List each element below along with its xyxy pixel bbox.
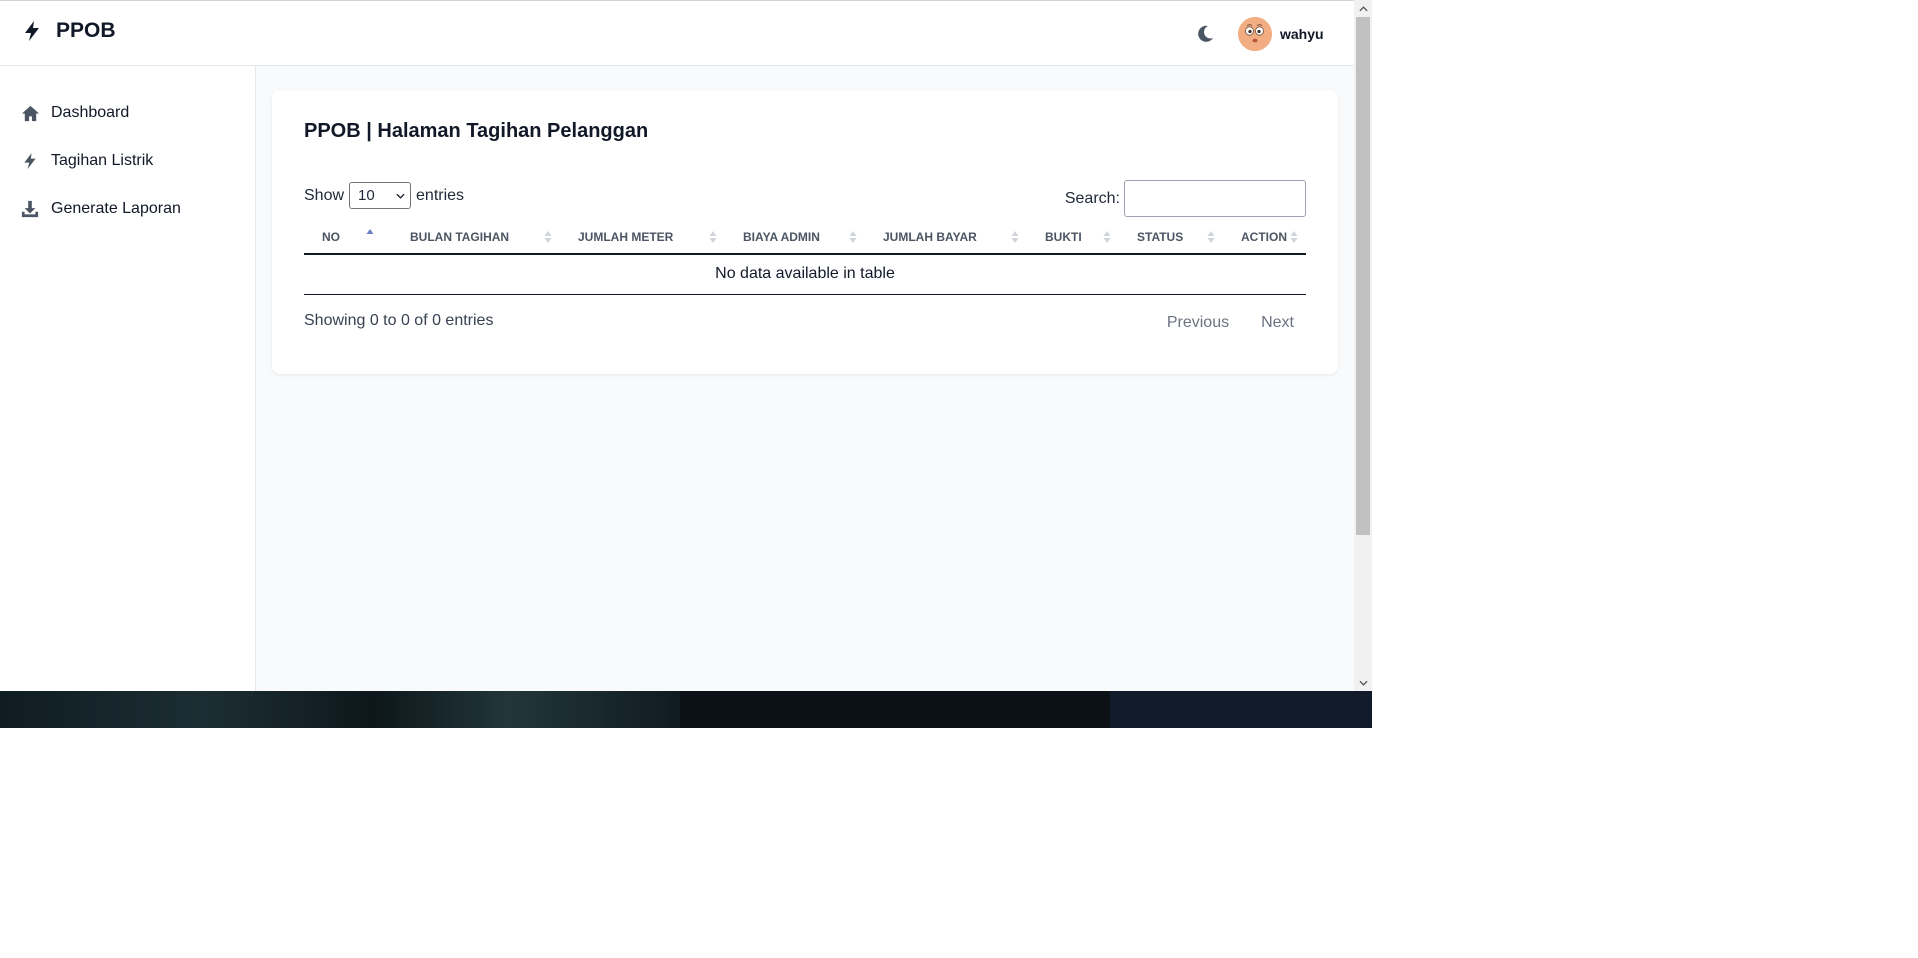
column-header-action[interactable]: ACTION <box>1223 220 1306 255</box>
column-header-bulan-tagihan[interactable]: BULAN TAGIHAN <box>392 220 560 255</box>
previous-page-button[interactable]: Previous <box>1155 312 1241 334</box>
sidebar-item-label: Tagihan Listrik <box>51 152 154 169</box>
table-row: No data available in table <box>304 254 1306 295</box>
search-input[interactable] <box>1124 180 1306 217</box>
search-label: Search: <box>1064 189 1120 207</box>
column-header-label: JUMLAH METER <box>578 229 674 244</box>
sidebar-item-tagihan-listrik[interactable]: Tagihan Listrik <box>0 141 255 181</box>
sort-icon <box>1103 231 1111 243</box>
length-prefix: Show <box>304 186 345 204</box>
user-menu[interactable]: wahyu <box>1238 17 1324 51</box>
column-header-label: BIAYA ADMIN <box>743 229 820 244</box>
sidebar-item-generate-laporan[interactable]: Generate Laporan <box>0 189 255 229</box>
column-header-label: JUMLAH BAYAR <box>883 229 977 244</box>
column-header-label: ACTION <box>1241 229 1287 244</box>
column-header-biaya-admin[interactable]: BIAYA ADMIN <box>725 220 865 255</box>
column-header-status[interactable]: STATUS <box>1119 220 1223 255</box>
moon-icon <box>1198 25 1213 42</box>
column-header-label: BULAN TAGIHAN <box>410 229 510 244</box>
bolt-logo-icon <box>25 21 39 41</box>
chevron-down-icon <box>1358 680 1368 686</box>
scroll-down-button[interactable] <box>1354 674 1372 691</box>
sidebar: Dashboard Tagihan Listrik Generate Lapor… <box>0 66 256 691</box>
home-icon <box>20 103 40 123</box>
main-content: PPOB | Halaman Tagihan Pelanggan Show 10… <box>256 66 1354 691</box>
entries-per-page-select[interactable]: 10 <box>349 182 412 209</box>
scrollbar-thumb[interactable] <box>1356 17 1370 535</box>
vertical-scrollbar[interactable] <box>1354 0 1372 691</box>
table-info: Showing 0 to 0 of 0 entries <box>304 312 494 329</box>
wallpaper-segment <box>680 691 1110 728</box>
page-title: PPOB | Halaman Tagihan Pelanggan <box>304 120 649 142</box>
sidebar-item-label: Dashboard <box>51 104 130 121</box>
chevron-up-icon <box>1358 5 1368 11</box>
column-header-jumlah-meter[interactable]: JUMLAH METER <box>560 220 725 255</box>
download-icon <box>20 199 40 219</box>
sort-icon <box>1207 231 1215 243</box>
sort-icon <box>544 231 552 243</box>
column-header-label: NO <box>322 229 340 244</box>
column-header-jumlah-bayar[interactable]: JUMLAH BAYAR <box>865 220 1027 255</box>
sidebar-item-dashboard[interactable]: Dashboard <box>0 93 255 133</box>
desktop-wallpaper-strip <box>0 691 1372 728</box>
top-navbar: PPOB wahyu <box>0 0 1354 66</box>
empty-table-message: No data available in table <box>304 254 1306 295</box>
wallpaper-segment <box>1110 691 1372 728</box>
table-header-row: NO BULAN TAGIHAN JUMLAH METER BIAYA ADMI… <box>304 220 1306 255</box>
chevron-down-icon <box>396 193 405 199</box>
sort-icon <box>1290 231 1298 243</box>
sort-asc-icon <box>366 229 374 234</box>
brand[interactable]: PPOB <box>22 19 116 43</box>
column-header-label: BUKTI <box>1045 229 1082 244</box>
column-header-bukti[interactable]: BUKTI <box>1027 220 1119 255</box>
billing-card: PPOB | Halaman Tagihan Pelanggan Show 10… <box>272 90 1338 374</box>
entries-per-page-value: 10 <box>358 187 375 204</box>
pagination: Previous Next <box>1155 312 1306 334</box>
scroll-up-button[interactable] <box>1354 0 1372 17</box>
search-filter: Search: <box>1065 180 1306 217</box>
next-page-button[interactable]: Next <box>1249 312 1306 334</box>
billing-table: NO BULAN TAGIHAN JUMLAH METER BIAYA ADMI… <box>304 220 1306 295</box>
sort-icon <box>709 231 717 243</box>
bolt-icon <box>20 151 40 171</box>
sort-icon <box>1011 231 1019 243</box>
theme-toggle-button[interactable] <box>1194 23 1216 45</box>
brand-name: PPOB <box>56 19 116 42</box>
sidebar-item-label: Generate Laporan <box>51 200 181 217</box>
length-suffix: entries <box>416 186 465 204</box>
user-name: wahyu <box>1280 26 1324 42</box>
browser-viewport: PPOB wahyu Dashboard Tagihan Listrik Gen… <box>0 0 1372 728</box>
column-header-no[interactable]: NO <box>304 220 392 255</box>
avatar <box>1238 17 1272 51</box>
wallpaper-segment <box>0 691 680 728</box>
column-header-label: STATUS <box>1137 229 1184 244</box>
sort-icon <box>849 231 857 243</box>
entries-length-control: Show 10 entries <box>304 182 464 209</box>
